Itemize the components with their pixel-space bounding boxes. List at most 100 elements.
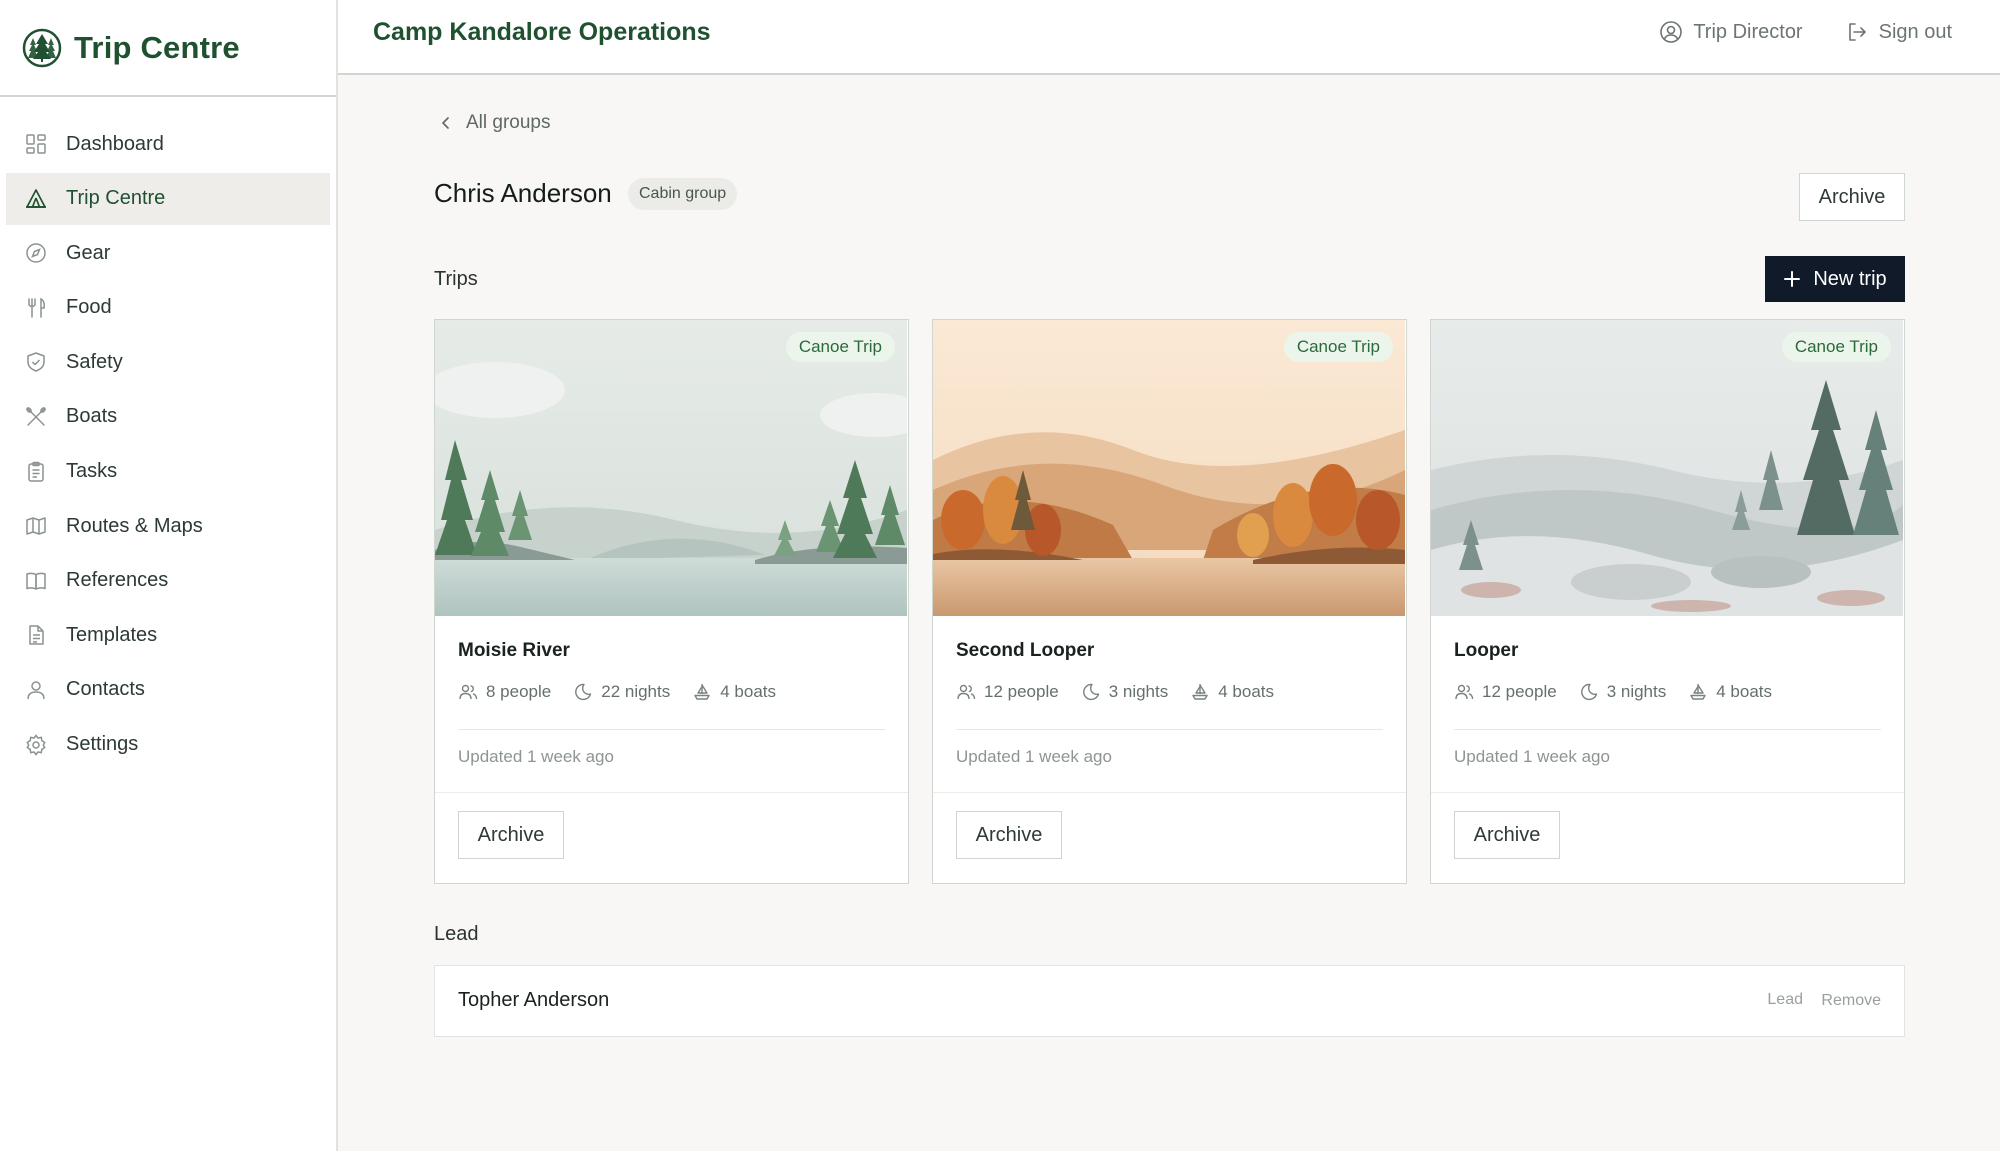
people-icon (1454, 682, 1474, 702)
boat-icon (1688, 682, 1708, 702)
boat-icon (692, 682, 712, 702)
sidebar-item-label: Boats (66, 405, 118, 428)
sidebar-item-gear[interactable]: Gear (6, 227, 330, 279)
trip-title: Second Looper (956, 640, 1095, 661)
nights-count-label: 3 nights (1606, 682, 1667, 701)
trips-section-heading: Trips (434, 268, 478, 290)
gear-icon (24, 733, 48, 757)
nights-count-label: 3 nights (1108, 682, 1169, 701)
main-content: All groups Chris Anderson Cabin group Ar… (338, 75, 2000, 1151)
user-circle-icon (1659, 20, 1683, 44)
sidebar: Trip Centre Dashboard Trip Centre Gear F… (0, 0, 338, 1151)
people-count-label: 8 people (486, 682, 552, 701)
sidebar-item-label: Food (66, 296, 112, 319)
trip-type-badge: Canoe Trip (785, 332, 895, 362)
breadcrumb-label: All groups (466, 112, 551, 133)
trip-type-badge: Canoe Trip (1781, 332, 1891, 362)
card-divider (458, 729, 885, 730)
sidebar-item-dashboard[interactable]: Dashboard (6, 118, 330, 170)
clipboard-icon (24, 460, 48, 484)
lead-name: Topher Anderson (458, 989, 610, 1011)
trip-card[interactable]: Canoe Trip Moisie River 8 people 22 nigh… (434, 319, 909, 884)
brand-name: Trip Centre (74, 29, 240, 65)
breadcrumb-all-groups[interactable]: All groups (438, 112, 551, 134)
sidebar-item-label: Contacts (66, 678, 145, 701)
people-icon (458, 682, 478, 702)
user-menu-button[interactable]: Trip Director (1659, 20, 1803, 44)
boats-count-label: 4 boats (1218, 682, 1274, 701)
map-icon (24, 514, 48, 538)
people-count: 12 people (956, 682, 1059, 702)
sidebar-item-templates[interactable]: Templates (6, 609, 330, 661)
sidebar-item-label: Dashboard (66, 132, 164, 155)
trip-updated-time: Updated 1 week ago (458, 747, 614, 766)
sidebar-item-settings[interactable]: Settings (6, 719, 330, 771)
sidebar-item-label: Safety (66, 350, 123, 373)
new-trip-button[interactable]: New trip (1765, 256, 1905, 302)
book-icon (24, 569, 48, 593)
nights-count: 22 nights (573, 682, 670, 702)
sidebar-item-safety[interactable]: Safety (6, 336, 330, 388)
boats-count: 4 boats (692, 682, 776, 702)
grid-icon (24, 132, 48, 156)
boats-count: 4 boats (1190, 682, 1274, 702)
sidebar-item-tasks[interactable]: Tasks (6, 446, 330, 498)
trip-card[interactable]: Canoe Trip Looper 12 people 3 nights 4 b… (1430, 319, 1905, 884)
sidebar-item-contacts[interactable]: Contacts (6, 664, 330, 716)
lead-section-heading: Lead (434, 923, 479, 945)
card-footer: Archive (435, 792, 908, 883)
sidebar-item-routes-maps[interactable]: Routes & Maps (6, 500, 330, 552)
card-footer: Archive (1431, 792, 1904, 883)
page-title: Camp Kandalore Operations (373, 18, 711, 46)
sidebar-item-boats[interactable]: Boats (6, 391, 330, 443)
moon-icon (1081, 682, 1101, 702)
sign-out-label: Sign out (1878, 20, 1952, 43)
lead-row: Topher Anderson Lead Remove (434, 965, 1905, 1037)
trip-image-winter-forest: Canoe Trip (1431, 320, 1903, 616)
group-type-badge: Cabin group (628, 178, 738, 210)
card-divider (956, 729, 1383, 730)
trip-meta: 12 people 3 nights 4 boats (956, 682, 1296, 702)
trip-meta: 8 people 22 nights 4 boats (458, 682, 798, 702)
trip-title: Looper (1454, 640, 1519, 661)
trip-card[interactable]: Canoe Trip Second Looper 12 people 3 nig… (932, 319, 1407, 884)
archive-trip-button[interactable]: Archive (458, 811, 564, 859)
people-count: 12 people (1454, 682, 1557, 702)
lead-role-label: Lead (1767, 991, 1803, 1008)
sidebar-item-label: Gear (66, 241, 111, 264)
people-count-label: 12 people (1482, 682, 1557, 701)
document-icon (24, 623, 48, 647)
people-count-label: 12 people (984, 682, 1059, 701)
sidebar-nav: Dashboard Trip Centre Gear Food Safety B… (0, 97, 336, 771)
sidebar-item-trip-centre[interactable]: Trip Centre (6, 172, 330, 225)
user-role-label: Trip Director (1693, 20, 1803, 43)
utensils-icon (24, 296, 48, 320)
paddles-icon (24, 405, 48, 429)
archive-trip-button[interactable]: Archive (1454, 811, 1560, 859)
new-trip-label: New trip (1813, 267, 1887, 290)
boats-count-label: 4 boats (720, 682, 776, 701)
group-name: Chris Anderson (434, 178, 612, 208)
sidebar-item-references[interactable]: References (6, 555, 330, 607)
compass-icon (24, 241, 48, 265)
trip-updated-time: Updated 1 week ago (1454, 747, 1610, 766)
boat-icon (1190, 682, 1210, 702)
user-icon (24, 678, 48, 702)
sidebar-item-food[interactable]: Food (6, 282, 330, 334)
sign-out-button[interactable]: Sign out (1845, 20, 1952, 44)
brand[interactable]: Trip Centre (0, 0, 336, 97)
shield-icon (24, 350, 48, 374)
nights-count-label: 22 nights (601, 682, 671, 701)
remove-lead-button[interactable]: Remove (1821, 992, 1881, 1010)
sidebar-item-label: References (66, 569, 169, 592)
trip-meta: 12 people 3 nights 4 boats (1454, 682, 1794, 702)
people-count: 8 people (458, 682, 551, 702)
trip-updated-time: Updated 1 week ago (956, 747, 1112, 766)
archive-trip-button[interactable]: Archive (956, 811, 1062, 859)
trip-type-badge: Canoe Trip (1283, 332, 1393, 362)
trip-image-autumn-river: Canoe Trip (933, 320, 1405, 616)
archive-group-button[interactable]: Archive (1799, 173, 1905, 221)
sidebar-item-label: Templates (66, 623, 158, 646)
card-footer: Archive (933, 792, 1406, 883)
trip-cards: Canoe Trip Moisie River 8 people 22 nigh… (434, 319, 1905, 884)
